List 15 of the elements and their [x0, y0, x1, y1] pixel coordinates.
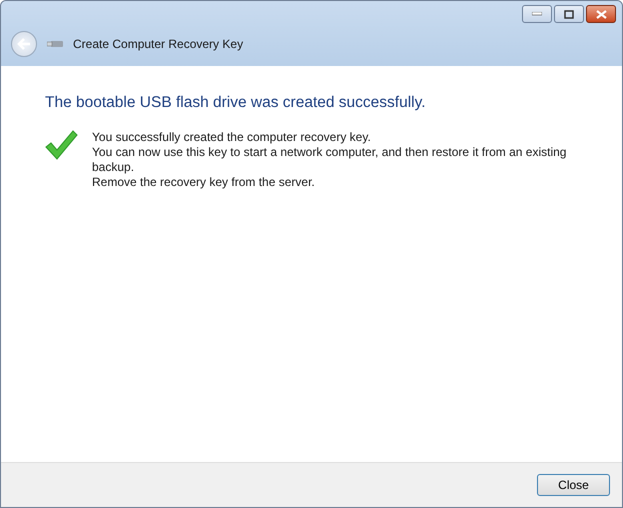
close-button[interactable]: Close: [537, 474, 610, 496]
close-window-button[interactable]: [586, 5, 616, 23]
message-text: You can now use this key to start a network computer, and then restore it from an existing backup.: [92, 145, 568, 175]
usb-drive-icon: [47, 40, 63, 48]
message-text: Remove the recovery key from the server.: [92, 175, 316, 190]
success-heading: The bootable USB flash drive was created successfully.: [45, 94, 427, 112]
maximize-icon: [564, 10, 574, 18]
minimize-icon: [532, 12, 542, 16]
back-arrow-icon: [17, 38, 31, 50]
minimize-button[interactable]: [522, 5, 552, 23]
close-icon: [596, 10, 606, 18]
message-text: You successfully created the computer recovery key.: [92, 130, 372, 145]
maximize-button[interactable]: [554, 5, 584, 23]
checkmark-icon: [45, 130, 78, 160]
window-title: Create Computer Recovery Key: [73, 37, 244, 51]
